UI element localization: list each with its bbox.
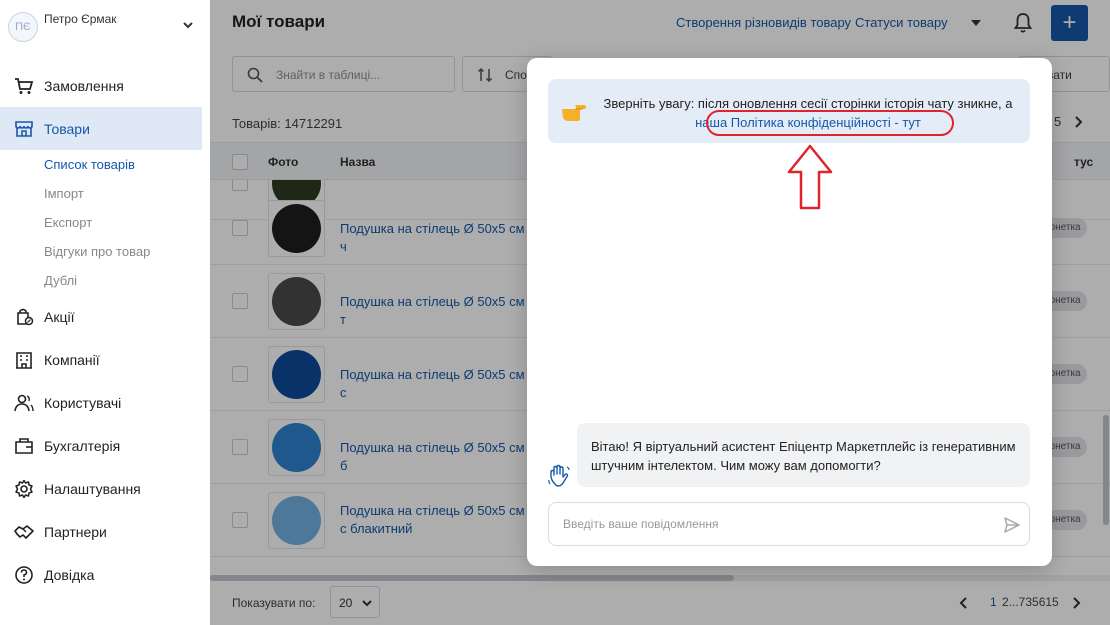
sidebar-item-label: Замовлення bbox=[44, 77, 124, 94]
products-submenu: Список товарів Імпорт Експорт Відгуки про т… bbox=[0, 150, 210, 295]
handshake-icon bbox=[14, 522, 34, 542]
sidebar-item-label: Бухгалтерія bbox=[44, 437, 121, 454]
sidebar-item-label: Довідка bbox=[44, 566, 95, 583]
gear-icon bbox=[14, 479, 34, 499]
chat-input-placeholder: Введіть ваше повідомлення bbox=[563, 517, 719, 531]
send-icon[interactable] bbox=[1003, 516, 1021, 534]
avatar: ПЄ bbox=[8, 12, 38, 42]
submenu-item-product-list[interactable]: Список товарів bbox=[44, 150, 210, 179]
sidebar-nav: Замовлення Товари Список товарів Імпорт Експ… bbox=[0, 64, 210, 596]
sidebar-item-help[interactable]: Довідка bbox=[0, 553, 210, 596]
up-arrow-annotation-icon bbox=[787, 144, 833, 210]
highlight-circle bbox=[706, 110, 954, 136]
sidebar-item-companies[interactable]: Компанії bbox=[0, 338, 210, 381]
chevron-down-icon[interactable] bbox=[181, 18, 195, 32]
submenu-item-product-reviews[interactable]: Відгуки про товар bbox=[44, 237, 210, 266]
users-icon bbox=[14, 393, 34, 413]
promo-icon bbox=[14, 307, 34, 327]
chat-assistant-dialog: Зверніть увагу: після оновлення сесії ст… bbox=[527, 58, 1052, 566]
sidebar-item-label: Партнери bbox=[44, 523, 107, 540]
sidebar-item-accounting[interactable]: Бухгалтерія bbox=[0, 424, 210, 467]
sidebar-item-partners[interactable]: Партнери bbox=[0, 510, 210, 553]
building-icon bbox=[14, 350, 34, 370]
sidebar-item-label: Компанії bbox=[44, 351, 100, 368]
chat-notice: Зверніть увагу: після оновлення сесії ст… bbox=[548, 79, 1030, 143]
user-name: Петро Єрмак bbox=[44, 12, 117, 26]
chat-message-input[interactable]: Введіть ваше повідомлення bbox=[548, 502, 1030, 546]
sidebar-item-label: Користувачі bbox=[44, 394, 122, 411]
help-icon bbox=[14, 565, 34, 585]
sidebar-item-users[interactable]: Користувачі bbox=[0, 381, 210, 424]
notice-message: Зверніть увагу: після оновлення сесії ст… bbox=[603, 96, 1013, 111]
sidebar-item-settings[interactable]: Налаштування bbox=[0, 467, 210, 510]
sidebar-item-label: Налаштування bbox=[44, 480, 141, 497]
sidebar: ПЄ Петро Єрмак Замовлення Товари Список то… bbox=[0, 0, 210, 625]
wallet-icon bbox=[14, 436, 34, 456]
sidebar-item-orders[interactable]: Замовлення bbox=[0, 64, 210, 107]
user-menu[interactable]: ПЄ Петро Єрмак bbox=[8, 10, 203, 44]
sidebar-item-label: Товари bbox=[44, 120, 90, 137]
submenu-item-import[interactable]: Імпорт bbox=[44, 179, 210, 208]
sidebar-item-promotions[interactable]: Акції bbox=[0, 295, 210, 338]
sidebar-item-label: Акції bbox=[44, 308, 75, 325]
bot-message: Вітаю! Я віртуальний асистент Епіцентр М… bbox=[577, 423, 1030, 487]
store-icon bbox=[14, 119, 34, 139]
submenu-item-export[interactable]: Експорт bbox=[44, 208, 210, 237]
bot-message-text: Вітаю! Я віртуальний асистент Епіцентр М… bbox=[591, 439, 1016, 473]
cart-icon bbox=[14, 76, 34, 96]
waving-hand-icon bbox=[548, 464, 570, 487]
sidebar-item-products[interactable]: Товари bbox=[0, 107, 202, 150]
submenu-item-duplicates[interactable]: Дублі bbox=[44, 266, 210, 295]
pointing-hand-icon bbox=[562, 105, 586, 121]
